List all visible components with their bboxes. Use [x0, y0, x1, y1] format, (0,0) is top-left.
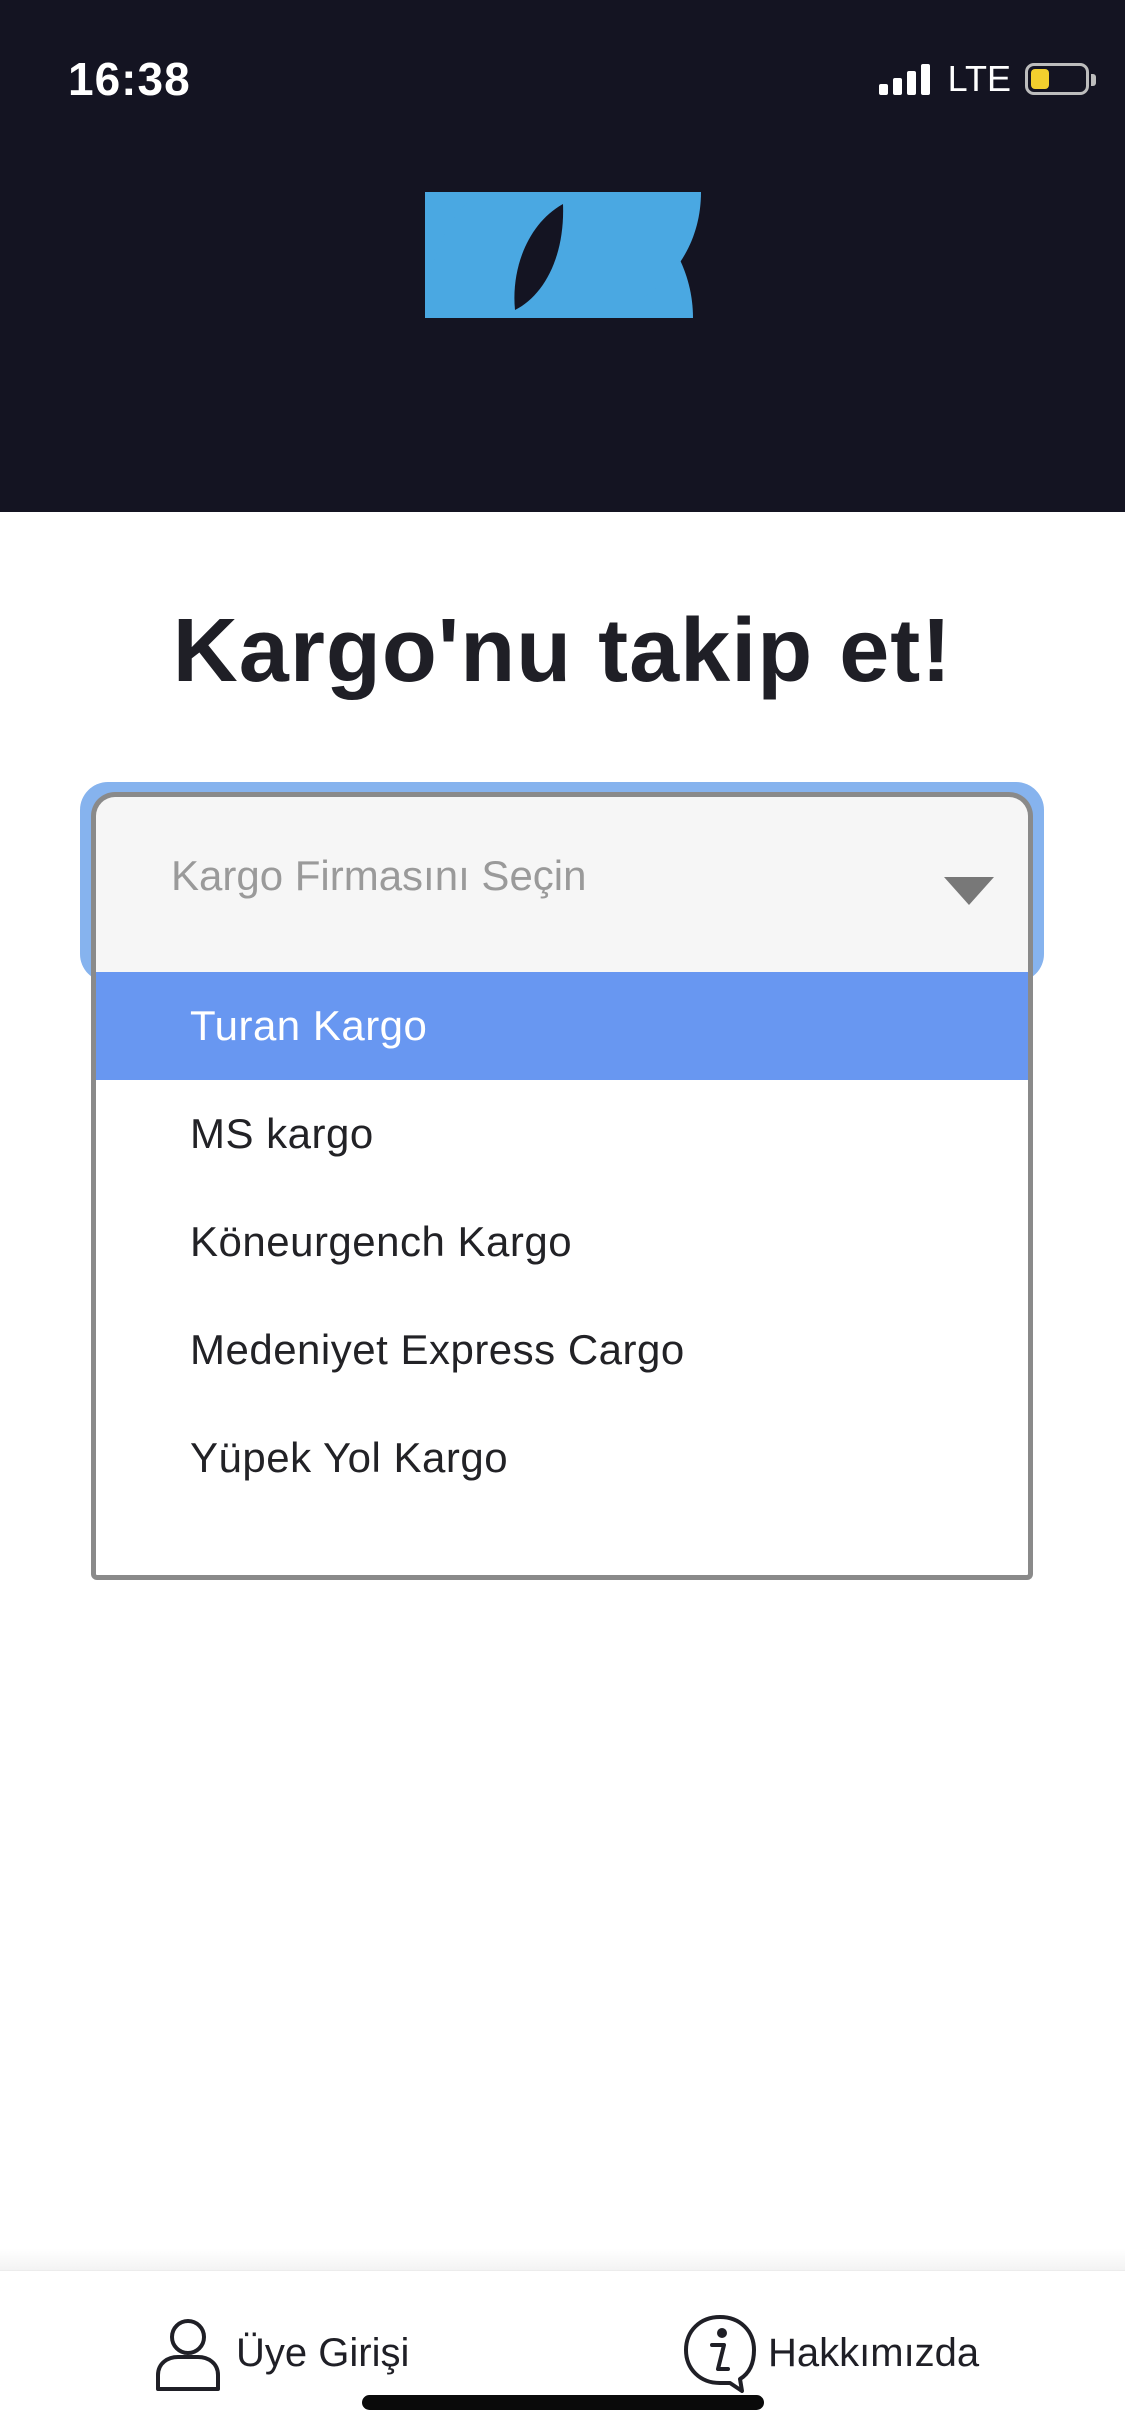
chevron-down-icon[interactable] — [944, 877, 994, 905]
option-ms-kargo[interactable]: MS kargo — [96, 1080, 1028, 1188]
nav-member-login[interactable]: Üye Girişi — [150, 2313, 409, 2393]
courier-select[interactable]: Kargo Firmasını Seçin — [91, 792, 1033, 972]
status-time: 16:38 — [68, 53, 191, 105]
battery-level — [1031, 69, 1049, 89]
bottom-nav-shadow — [0, 2248, 1125, 2272]
user-icon — [156, 2319, 220, 2391]
bottom-nav: Üye Girişi Hakkımızda — [0, 2270, 1125, 2436]
nav-member-login-label: Üye Girişi — [236, 2330, 410, 2375]
signal-icon — [878, 63, 930, 95]
home-indicator[interactable] — [362, 2395, 764, 2410]
leaf-logo-icon — [425, 192, 701, 318]
nav-about-us-label: Hakkımızda — [768, 2330, 980, 2375]
option-koneurgench-kargo[interactable]: Köneurgench Kargo — [96, 1188, 1028, 1296]
option-yupek-yol-kargo[interactable]: Yüpek Yol Kargo — [96, 1404, 1028, 1512]
battery-icon — [1025, 63, 1096, 95]
courier-dropdown-list[interactable]: Turan Kargo MS kargo Köneurgench Kargo M… — [91, 972, 1033, 1580]
nav-about-us[interactable]: Hakkımızda — [682, 2313, 979, 2393]
status-indicators: LTE — [878, 58, 1096, 100]
header: 16:38 LTE — [0, 0, 1125, 512]
option-medeniyet-express-cargo[interactable]: Medeniyet Express Cargo — [96, 1296, 1028, 1404]
option-elite-haly[interactable]: ELITE HALY — [96, 1512, 1028, 1575]
page-title: Kargo'nu takip et! — [172, 601, 953, 701]
option-turan-kargo[interactable]: Turan Kargo — [96, 972, 1028, 1080]
select-placeholder: Kargo Firmasını Seçin — [171, 852, 587, 899]
network-type: LTE — [947, 58, 1011, 99]
info-chat-icon — [684, 2315, 756, 2393]
app-screen: 16:38 LTE Kargo'nu takip et! Kargo Firma… — [0, 0, 1125, 2436]
